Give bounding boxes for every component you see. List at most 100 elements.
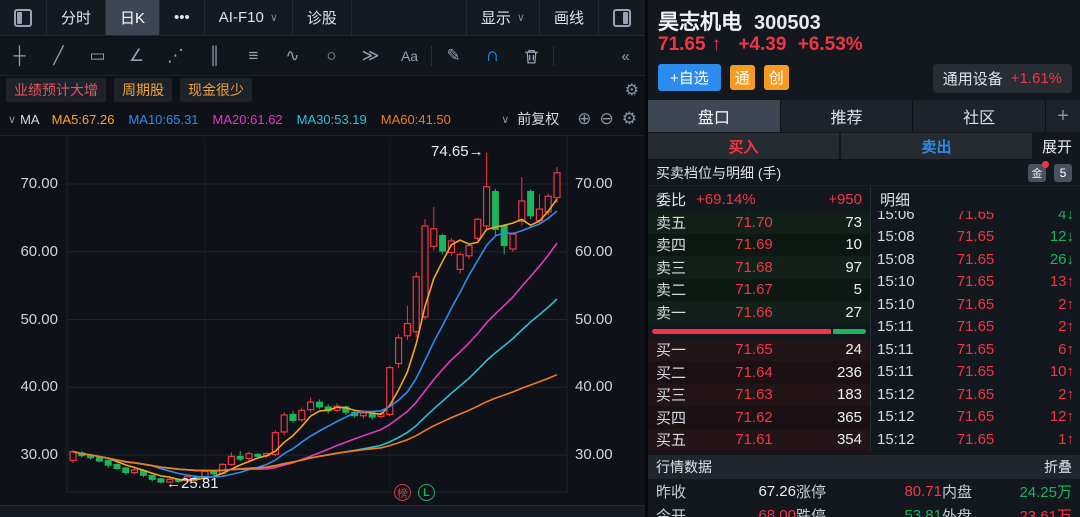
topbar-right-tab-1[interactable]: 画线 — [540, 0, 599, 35]
topbar-tab-0[interactable]: 分时 — [47, 0, 107, 35]
topbar-tab-1[interactable]: 日K — [106, 0, 161, 35]
volume-pane-strip — [0, 505, 645, 517]
toggle-left-panel-button[interactable] — [0, 0, 47, 35]
up-arrow-icon: ↑ — [711, 34, 722, 55]
trade-detail-list: 15:06 71.65 4↓ 15:08 71.65 12↓ 15:08 71.65 26↓ 15… — [871, 211, 1080, 451]
fan-lines-icon[interactable]: ∠ — [117, 37, 156, 76]
trade-detail-row: 15:10 71.65 13↑ — [877, 273, 1074, 291]
buy-level-row[interactable]: 买三 71.63 183 — [648, 383, 870, 406]
price-tick-l-70.00: 70.00 — [20, 175, 58, 192]
market-badge-chuang[interactable]: 创 — [763, 64, 789, 90]
sell-level-row[interactable]: 卖一 71.66 27 — [648, 301, 870, 324]
vertical-lines-icon[interactable]: ║ — [195, 37, 234, 76]
buy-level-row[interactable]: 买四 71.62 365 — [648, 406, 870, 429]
buy-level-row[interactable]: 买五 71.61 354 — [648, 428, 870, 451]
text-icon[interactable]: Aa — [390, 37, 429, 76]
buy-level-row[interactable]: 买一 71.65 24 — [648, 338, 870, 361]
stock-code: 300503 — [754, 12, 821, 34]
price-tick-r-70.00: 70.00 — [575, 175, 613, 192]
trade-detail-row: 15:12 71.65 1↑ — [877, 430, 1074, 448]
price-tick-l-40.00: 40.00 — [20, 378, 58, 396]
sector-chip[interactable]: 通用设备 +1.61% — [932, 64, 1072, 93]
kline-svg[interactable] — [0, 136, 645, 505]
zoom-in-icon[interactable]: ⊕ — [577, 109, 591, 129]
market-badge-tong[interactable]: 通 — [729, 64, 755, 90]
trade-detail-row: 15:08 71.65 26↓ — [877, 250, 1074, 268]
sell-level-row[interactable]: 卖二 71.67 5 — [648, 278, 870, 301]
tab-pankou[interactable]: 盘口 — [648, 100, 780, 132]
toolbar-divider — [553, 46, 554, 66]
price-adjust-mode[interactable]: 前复权 — [517, 109, 559, 129]
price-tick-l-30.00: 30.00 — [20, 446, 58, 463]
tags-gear-icon[interactable]: ⚙ — [625, 80, 639, 100]
magnet-icon[interactable]: ∩ — [473, 37, 512, 76]
detail-column-title: 明细 — [880, 191, 911, 209]
orderbook-header: 买卖档位与明细 (手) 金 5 — [648, 160, 1080, 186]
market-stat-涨停: 涨停 80.71 — [796, 482, 942, 501]
rectangle-icon[interactable]: ▭ — [78, 37, 117, 76]
sell-level-row[interactable]: 卖五 71.70 73 — [648, 211, 870, 234]
crosshair-icon[interactable]: ┼ — [0, 37, 39, 76]
market-data-row: 昨收 67.26 涨停 80.71 内盘 24.25万 — [648, 479, 1080, 503]
sell-level-row[interactable]: 卖三 71.68 97 — [648, 256, 870, 279]
trade-detail-row: 15:12 71.65 2↑ — [877, 385, 1074, 403]
market-stat-跌停: 跌停 53.81 — [796, 506, 942, 517]
gold-coin-icon[interactable]: 金 — [1028, 160, 1049, 182]
stock-tag-2[interactable]: 现金很少 — [180, 78, 252, 102]
high-price-annotation: 74.65→ — [431, 143, 484, 161]
ma-title: MA — [20, 111, 40, 127]
topbar-tab-3[interactable]: AI-F10 ∨ — [205, 0, 293, 35]
wave-icon[interactable]: ∿ — [273, 37, 312, 76]
level-count-badge[interactable]: 5 — [1054, 163, 1072, 182]
add-tab-button[interactable]: + — [1046, 100, 1080, 132]
price-change-pct: +6.53% — [797, 34, 863, 55]
trash-icon[interactable] — [512, 37, 551, 76]
expand-button[interactable]: 展开 — [1034, 133, 1080, 159]
header-buttons: +自选 通 创 — [658, 63, 789, 91]
weibi-net: +950 — [828, 190, 862, 208]
eraser-icon[interactable]: ✎ — [434, 37, 473, 76]
buy-button[interactable]: 买入 — [648, 133, 839, 159]
sector-name: 通用设备 — [942, 71, 1003, 88]
ma-chevron-icon[interactable]: ∨ — [8, 113, 16, 126]
toggle-right-panel-button[interactable] — [599, 0, 645, 35]
sell-level-row[interactable]: 卖四 71.69 10 — [648, 233, 870, 256]
trade-detail-row: 15:10 71.65 2↑ — [877, 295, 1074, 313]
quote-panel: 昊志机电 300503 71.65 ↑ +4.39 +6.53% +自选 通 创 通… — [648, 0, 1080, 517]
topbar-tab-4[interactable]: 诊股 — [293, 0, 352, 35]
zoom-out-icon[interactable]: ⊖ — [600, 109, 614, 129]
add-watchlist-button[interactable]: +自选 — [658, 63, 721, 91]
adjust-chevron-icon[interactable]: ∨ — [501, 113, 509, 126]
trade-detail-row: 15:11 71.65 10↑ — [877, 363, 1074, 381]
stock-tags-row: 业绩预计大增 周期股 现金很少 ⚙ — [0, 77, 645, 103]
candlestick-chart[interactable]: 70.00 70.00 60.00 60.00 50.00 50.00 40.00 40.00… — [0, 136, 645, 505]
panel-tabs: 盘口 推荐 社区 + — [648, 100, 1080, 132]
trade-buttons-row: 买入 卖出 展开 — [648, 133, 1080, 159]
stock-tag-1[interactable]: 周期股 — [114, 78, 172, 102]
price-tick-r-50.00: 50.00 — [575, 310, 613, 328]
market-stat-昨收: 昨收 67.26 — [656, 482, 796, 501]
arrow-fan-icon[interactable]: ≫ — [351, 37, 390, 76]
tab-tuijian[interactable]: 推荐 — [780, 100, 913, 132]
topbar-right-tab-0[interactable]: 显示 ∨ — [467, 0, 540, 35]
toolbar-collapse-icon[interactable]: « — [606, 37, 645, 76]
gann-lines-icon[interactable]: ≡ — [234, 37, 273, 76]
fold-button[interactable]: 折叠 — [1044, 457, 1072, 477]
chart-settings-gear-icon[interactable]: ⚙ — [622, 109, 637, 129]
ma10-line — [72, 210, 558, 478]
topbar-tab-2[interactable]: ••• — [160, 0, 205, 35]
level2-badge-icon[interactable]: L — [418, 484, 435, 501]
trendline-icon[interactable]: ╱ — [39, 37, 78, 76]
ma-legend-30: MA30:53.19 — [296, 111, 367, 127]
buy-level-row[interactable]: 买二 71.64 236 — [648, 361, 870, 384]
weibi-bar — [648, 324, 870, 339]
ellipse-icon[interactable]: ○ — [312, 37, 351, 76]
segment-nodes-icon[interactable]: ⋰ — [156, 37, 195, 76]
ma-indicator-bar: ∨ MA MA5:67.26 MA10:65.31 MA20:61.62 MA30:5… — [0, 103, 645, 136]
market-stat-内盘: 内盘 24.25万 — [942, 483, 1072, 501]
rank-badge-icon[interactable]: 榜 — [394, 484, 411, 501]
tab-shequ[interactable]: 社区 — [913, 100, 1046, 132]
sell-button[interactable]: 卖出 — [841, 133, 1032, 159]
topbar-spacer — [352, 0, 467, 35]
stock-tag-0[interactable]: 业绩预计大增 — [6, 78, 106, 102]
